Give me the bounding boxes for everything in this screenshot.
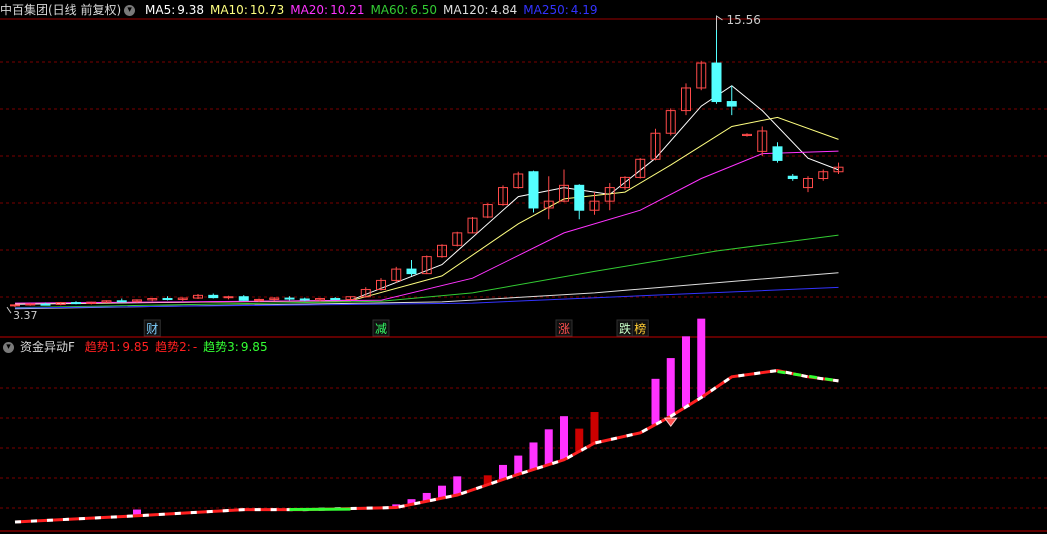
high-price-label: 15.56 bbox=[727, 13, 761, 27]
event-label: 财 bbox=[146, 322, 158, 336]
event-label: 榜 bbox=[634, 321, 646, 336]
indicator-bar bbox=[682, 336, 690, 407]
candle bbox=[406, 268, 417, 275]
indicator-bar bbox=[529, 442, 538, 470]
indicator-panel-header: ▾ 资金异动F 趋势1: 9.85 趋势2: - 趋势3: 9.85 bbox=[0, 338, 280, 356]
indicator-legend-item-0: 趋势1: 9.85 bbox=[84, 340, 150, 354]
ma-legend-item-3: MA60: 6.50 bbox=[370, 3, 438, 17]
candle bbox=[574, 184, 585, 211]
indicator-legend: 趋势1: 9.85 趋势2: - 趋势3: 9.85 bbox=[85, 340, 274, 354]
high-marker-icon bbox=[716, 15, 723, 30]
candle bbox=[299, 298, 310, 301]
candle bbox=[787, 175, 798, 180]
indicator-bar bbox=[453, 476, 462, 496]
indicator-title[interactable]: 资金异动F bbox=[20, 340, 75, 354]
indicator-bar bbox=[560, 416, 568, 460]
candle bbox=[223, 296, 234, 299]
candle bbox=[772, 146, 783, 161]
candle bbox=[330, 298, 341, 301]
indicator-bar bbox=[514, 455, 523, 475]
indicator-bar bbox=[544, 429, 553, 465]
candle bbox=[238, 296, 249, 301]
candle bbox=[71, 302, 81, 305]
event-label: 减 bbox=[375, 322, 387, 336]
low-price-label: 3.37 bbox=[13, 309, 38, 322]
candle bbox=[711, 62, 722, 103]
event-label: 涨 bbox=[558, 321, 570, 336]
indicator-bar bbox=[575, 428, 584, 452]
indicator-bar bbox=[666, 358, 675, 417]
main-panel-title[interactable]: 中百集团(日线 前复权) bbox=[0, 3, 121, 17]
candle bbox=[254, 298, 264, 301]
indicator-bar bbox=[651, 378, 660, 425]
indicator-legend-item-1: 趋势2: - bbox=[155, 340, 198, 354]
ma-legend-item-5: MA250: 4.19 bbox=[523, 3, 598, 17]
ma-line-ma10 bbox=[14, 116, 839, 304]
event-label: 跌 bbox=[619, 321, 631, 336]
candle bbox=[208, 294, 219, 299]
candle bbox=[528, 171, 539, 209]
ma-legend-item-4: MA120: 4.84 bbox=[443, 3, 518, 17]
candle bbox=[726, 101, 737, 107]
signal-diamond-icon bbox=[663, 417, 678, 428]
chevron-down-icon[interactable]: ▾ bbox=[3, 342, 14, 353]
candle bbox=[162, 298, 173, 301]
chevron-down-icon[interactable]: ▾ bbox=[124, 5, 136, 16]
indicator-bar bbox=[697, 318, 706, 398]
candle bbox=[284, 297, 295, 300]
candle bbox=[116, 300, 127, 303]
indicator-bar bbox=[590, 412, 599, 444]
indicator-legend-item-2: 趋势3: 9.85 bbox=[203, 340, 268, 354]
candle bbox=[25, 303, 36, 306]
low-marker-icon bbox=[6, 306, 12, 314]
ma-line-ma250 bbox=[14, 286, 839, 309]
candle bbox=[40, 303, 51, 306]
ma-legend: MA5: 9.38 MA10: 10.73 MA20: 10.21 MA60: 6.50 MA1… bbox=[145, 3, 604, 17]
ma-legend-item-1: MA10: 10.73 bbox=[209, 3, 285, 17]
ma-legend-item-0: MA5: 9.38 bbox=[145, 3, 204, 17]
stock-chart[interactable]: 15.56 3.37 财 减 涨 跌榜 bbox=[0, 0, 1047, 534]
candle bbox=[10, 304, 20, 307]
ma-legend-item-2: MA20: 10.21 bbox=[290, 3, 365, 17]
main-panel-header: 中百集团(日线 前复权) ▾ MA5: 9.38 MA10: 10.73 MA20: 10.… bbox=[0, 1, 610, 19]
